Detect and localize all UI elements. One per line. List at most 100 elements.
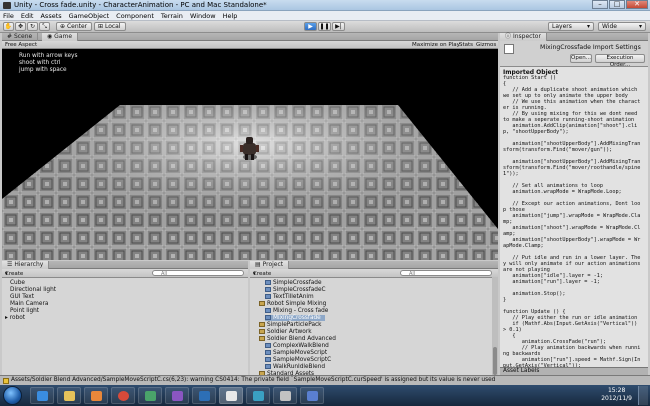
project-item[interactable]: SimpleCrossfade <box>265 280 322 286</box>
hierarchy-item-robot[interactable]: ▸ robot <box>5 315 25 321</box>
stats-toggle[interactable]: Stats <box>459 42 473 48</box>
project-item-label: Robot Simple Mixing <box>267 301 327 307</box>
show-desktop-button[interactable] <box>638 386 648 405</box>
aspect-dropdown[interactable]: Free Aspect <box>5 42 37 48</box>
menu-assets[interactable]: Assets <box>40 12 61 20</box>
project-item[interactable]: SimpleParticlePack <box>259 322 322 328</box>
tab-hierarchy[interactable]: ☰ Hierarchy <box>2 261 50 269</box>
project-item[interactable]: WalkRunIdleBlend <box>265 364 325 370</box>
gizmos-toggle[interactable]: Gizmos <box>476 42 496 48</box>
tab-scene[interactable]: # Scene <box>2 33 39 41</box>
taskbar-app[interactable] <box>246 387 270 404</box>
system-clock[interactable]: 15:28 2012/11/9 <box>601 387 632 403</box>
tab-project[interactable]: ▤ Project <box>250 261 290 269</box>
search-placeholder: All <box>161 271 168 277</box>
minimize-button[interactable]: – <box>592 0 608 9</box>
menu-file[interactable]: File <box>3 12 14 20</box>
project-scrollbar[interactable] <box>492 277 498 375</box>
open-button[interactable]: Open... <box>570 54 592 63</box>
scrollbar-thumb[interactable] <box>493 347 497 375</box>
expand-arrow-icon[interactable]: ▸ <box>5 315 8 321</box>
taskbar-app[interactable] <box>192 387 216 404</box>
close-button[interactable]: ✕ <box>626 0 648 9</box>
layers-label: Layers <box>552 23 572 30</box>
project-item[interactable]: Soldier Blend Advanced <box>259 336 336 342</box>
taskbar-ie[interactable] <box>30 387 54 404</box>
taskbar-app[interactable] <box>273 387 297 404</box>
project-item[interactable]: ComplexWalkBlend <box>265 343 329 349</box>
game-viewport[interactable]: Run with arrow keys shoot with ctrl jump… <box>2 49 498 260</box>
hierarchy-item-directional-light[interactable]: Directional light <box>10 287 56 293</box>
menu-help[interactable]: Help <box>223 12 238 20</box>
move-tool-button[interactable]: ✥ <box>15 22 26 31</box>
clock-time: 15:28 <box>607 387 626 394</box>
start-button[interactable] <box>3 386 22 405</box>
hierarchy-item-point-light[interactable]: Point light <box>10 308 39 314</box>
project-item[interactable]: Mixing - Cross fade <box>265 308 328 314</box>
tab-inspector-label: Inspector <box>512 33 541 40</box>
windows-taskbar: 15:28 2012/11/9 <box>0 385 650 406</box>
pause-icon: ❚❚ <box>319 23 330 30</box>
script-icon <box>265 350 271 355</box>
scene-icon <box>265 308 271 313</box>
hierarchy-search-input[interactable]: All <box>152 270 244 277</box>
menu-gameobject[interactable]: GameObject <box>69 12 110 20</box>
folder-icon <box>259 322 265 327</box>
project-item-label: SimpleCrossfadeC <box>273 287 326 293</box>
script-icon <box>265 343 271 348</box>
pivot-center-toggle[interactable]: ⊕ Center <box>56 22 92 31</box>
window-title: Unity - Cross fade.unity - CharacterAnim… <box>14 1 267 9</box>
taskbar-chrome[interactable] <box>111 387 135 404</box>
script-icon <box>265 280 271 285</box>
tab-game[interactable]: ◉ Game <box>42 33 79 41</box>
layers-dropdown[interactable]: Layers ▾ <box>548 22 594 31</box>
project-item[interactable]: Robot Simple Mixing <box>259 301 326 307</box>
project-item[interactable]: SimpleCrossfadeC <box>265 287 326 293</box>
project-item[interactable]: TextTilletAnim <box>265 294 314 300</box>
project-item[interactable]: Soldier Artwork <box>259 329 312 335</box>
play-button[interactable]: ▶ <box>304 22 317 31</box>
local-label: Local <box>104 23 121 30</box>
menu-bar: File Edit Assets GameObject Component Te… <box>0 11 650 21</box>
tab-project-label: Project <box>262 261 284 268</box>
tiled-floor-render <box>2 105 498 260</box>
hierarchy-item-cube[interactable]: Cube <box>10 280 25 286</box>
scale-tool-button[interactable]: ⤡ <box>39 22 50 31</box>
pause-button[interactable]: ❚❚ <box>318 22 331 31</box>
taskbar-media-player[interactable] <box>84 387 108 404</box>
project-item[interactable]: SampleMoveScriptC <box>265 357 331 363</box>
chrome-icon <box>118 391 129 401</box>
help-text-line: Run with arrow keys <box>19 53 78 59</box>
taskbar-unity[interactable] <box>219 387 243 404</box>
maximize-button[interactable]: □ <box>609 0 625 9</box>
taskbar-app[interactable] <box>165 387 189 404</box>
step-button[interactable]: ▶| <box>332 22 345 31</box>
menu-terrain[interactable]: Terrain <box>161 12 183 20</box>
hierarchy-item-main-camera[interactable]: Main Camera <box>10 301 48 307</box>
hand-tool-button[interactable]: ✋ <box>3 22 14 31</box>
project-item[interactable]: SampleMoveScript <box>265 350 327 356</box>
project-search-input[interactable]: All <box>400 270 492 277</box>
menu-component[interactable]: Component <box>116 12 154 20</box>
maximize-on-play-toggle[interactable]: Maximize on Play <box>412 42 460 48</box>
project-item[interactable]: MixingCrossfade <box>265 315 325 321</box>
script-icon <box>265 315 271 320</box>
menu-edit[interactable]: Edit <box>21 12 34 20</box>
inspector-panel: ⓘ Inspector MixingCrossfade Import Setti… <box>500 33 648 405</box>
menu-window[interactable]: Window <box>190 12 216 20</box>
game-view-panel: # Scene ◉ Game Free Aspect Maximize on P… <box>2 33 498 260</box>
layout-dropdown[interactable]: Wide ▾ <box>598 22 646 31</box>
console-status-bar[interactable]: Assets/Soldier Blend Advanced/SampleMove… <box>0 375 650 385</box>
rotate-tool-button[interactable]: ↻ <box>27 22 38 31</box>
script-icon <box>265 364 271 369</box>
tab-inspector[interactable]: ⓘ Inspector <box>500 33 547 41</box>
project-item-label: ComplexWalkBlend <box>273 343 329 349</box>
taskbar-app[interactable] <box>300 387 324 404</box>
taskbar-app[interactable] <box>138 387 162 404</box>
hierarchy-item-gui-text[interactable]: GUI Text <box>10 294 34 300</box>
execution-order-button[interactable]: Execution Order... <box>595 54 645 68</box>
pivot-local-toggle[interactable]: ⊞ Local <box>94 22 126 31</box>
taskbar-explorer[interactable] <box>57 387 81 404</box>
project-item-label: SimpleCrossfade <box>273 280 322 286</box>
media-player-icon <box>91 391 102 401</box>
